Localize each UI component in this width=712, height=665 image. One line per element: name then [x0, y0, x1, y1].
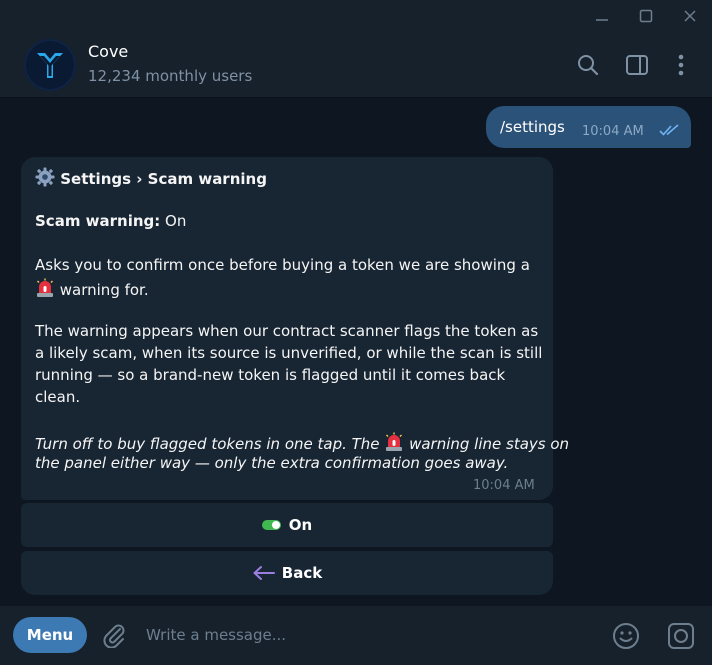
outgoing-message-time: 10:04 AM — [582, 124, 644, 139]
incoming-message-time: 10:04 AM — [473, 478, 535, 493]
para1-line2-text: warning for. — [55, 281, 149, 299]
para2-line2: a likely scam, when its source is unveri… — [35, 344, 543, 362]
camera-icon[interactable] — [667, 622, 695, 650]
status-value: On — [160, 212, 187, 230]
outgoing-message-text[interactable]: /settings — [500, 118, 565, 136]
para3-line1-b: warning line stays on — [404, 435, 570, 453]
heading-text: Settings › Scam warning — [60, 170, 267, 188]
toggle-scam-warning-button[interactable]: On — [21, 503, 553, 547]
minimize-icon — [596, 19, 608, 21]
toggle-label: On — [288, 516, 313, 534]
maximize-icon — [639, 9, 653, 23]
bot-logo-icon — [37, 53, 63, 78]
incoming-message[interactable]: Settings › Scam warning Scam warning: On… — [21, 157, 569, 500]
chat-subtitle: 12,234 monthly users — [88, 67, 253, 85]
bot-avatar[interactable] — [24, 39, 76, 91]
para3-line1-a: Turn off to buy flagged tokens in one ta… — [35, 435, 385, 453]
para2-line4: clean. — [35, 388, 81, 406]
siren-icon — [37, 278, 53, 297]
sidebar-toggle-button[interactable] — [624, 52, 650, 78]
toggle-on-icon — [261, 520, 281, 530]
paperclip-icon[interactable] — [101, 622, 127, 648]
para1-line2: warning for. — [35, 278, 149, 299]
para1-line1: Asks you to confirm once before buying a… — [35, 256, 530, 274]
minimize-button[interactable] — [580, 0, 624, 32]
bot-menu-button[interactable]: Menu — [13, 617, 87, 653]
chat-header: Cove 12,234 monthly users — [0, 32, 712, 98]
sidebar-toggle-icon — [626, 55, 648, 75]
more-options-button[interactable] — [668, 52, 694, 78]
message-heading: Settings › Scam warning — [35, 167, 267, 188]
status-line: Scam warning: On — [35, 212, 186, 230]
more-vertical-icon — [678, 54, 684, 76]
gear-icon — [35, 167, 55, 187]
para2-line3: running — so a brand-new token is flagge… — [35, 366, 506, 384]
para3-line2: the panel either way — only the extra co… — [35, 454, 509, 472]
emoji-icon[interactable] — [612, 622, 640, 650]
close-button[interactable] — [668, 0, 712, 32]
siren-icon — [386, 432, 403, 451]
search-button[interactable] — [575, 52, 601, 78]
chat-title[interactable]: Cove — [88, 42, 128, 61]
message-composer: Menu — [0, 606, 712, 665]
back-label: Back — [281, 564, 323, 582]
para3-line1: Turn off to buy flagged tokens in one ta… — [35, 432, 569, 453]
maximize-button[interactable] — [624, 0, 668, 32]
search-icon — [578, 55, 599, 76]
para2-line1: The warning appears when our contract sc… — [35, 322, 539, 340]
double-check-icon — [659, 124, 679, 136]
message-input[interactable] — [146, 620, 586, 650]
back-button[interactable]: Back — [21, 551, 553, 595]
status-label: Scam warning: — [35, 212, 161, 230]
window-titlebar — [0, 0, 712, 32]
arrow-left-icon — [253, 566, 275, 580]
outgoing-message[interactable]: /settings 10:04 AM — [486, 106, 691, 148]
close-icon — [684, 10, 696, 22]
